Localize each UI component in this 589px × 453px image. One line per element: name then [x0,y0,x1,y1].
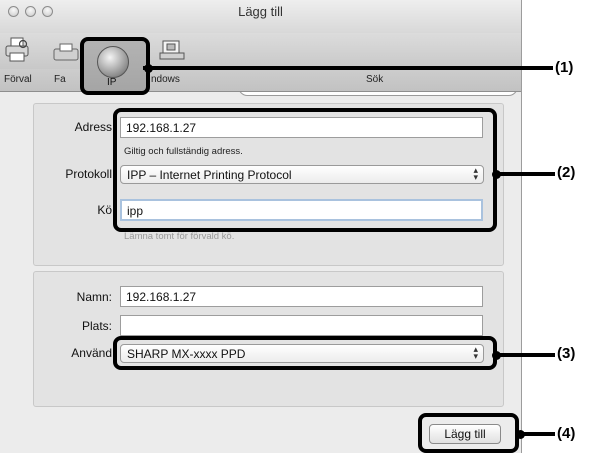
queue-label: Kö [97,203,112,217]
callout-3: (3) [557,345,576,362]
leader-dot-4 [516,430,525,439]
fax-label[interactable]: Fa [54,74,66,85]
ip-tab[interactable]: IP [80,37,150,95]
windows-printer-icon[interactable] [158,39,186,63]
windows-label[interactable]: ndows [151,74,180,85]
leader-line-1 [143,66,553,70]
location-label: Plats: [81,319,112,333]
fax-icon[interactable] [52,43,80,63]
highlight-connection [113,108,497,232]
toolbar-labels: Förval Fa ndows Sök [0,69,521,92]
globe-icon [97,46,129,78]
callout-2: (2) [557,164,576,181]
ip-label: IP [107,77,117,88]
leader-dot-3 [492,351,501,360]
location-field[interactable] [120,315,483,336]
leader-dot-2 [492,170,501,179]
name-field[interactable]: 192.168.1.27 [120,286,483,307]
leader-dot-1 [144,64,153,73]
leader-line-2 [497,172,555,176]
address-label: Adress [74,120,112,134]
window-title: Lägg till [238,4,283,19]
callout-1: (1) [555,59,574,76]
search-label: Sök [366,74,384,85]
protocol-label: Protokoll [65,167,112,181]
use-label: Använd [71,346,112,360]
leader-line-3 [497,353,555,357]
toolbar [0,33,521,96]
title-bar: Lägg till [0,0,521,33]
default-label[interactable]: Förval [4,74,32,85]
name-label: Namn: [76,290,112,304]
highlight-driver [113,336,497,370]
queue-hint: Lämna tomt för förvald kö. [124,231,235,242]
highlight-add-button [418,413,519,453]
callout-4: (4) [557,425,576,442]
default-printer-icon[interactable] [4,37,30,65]
